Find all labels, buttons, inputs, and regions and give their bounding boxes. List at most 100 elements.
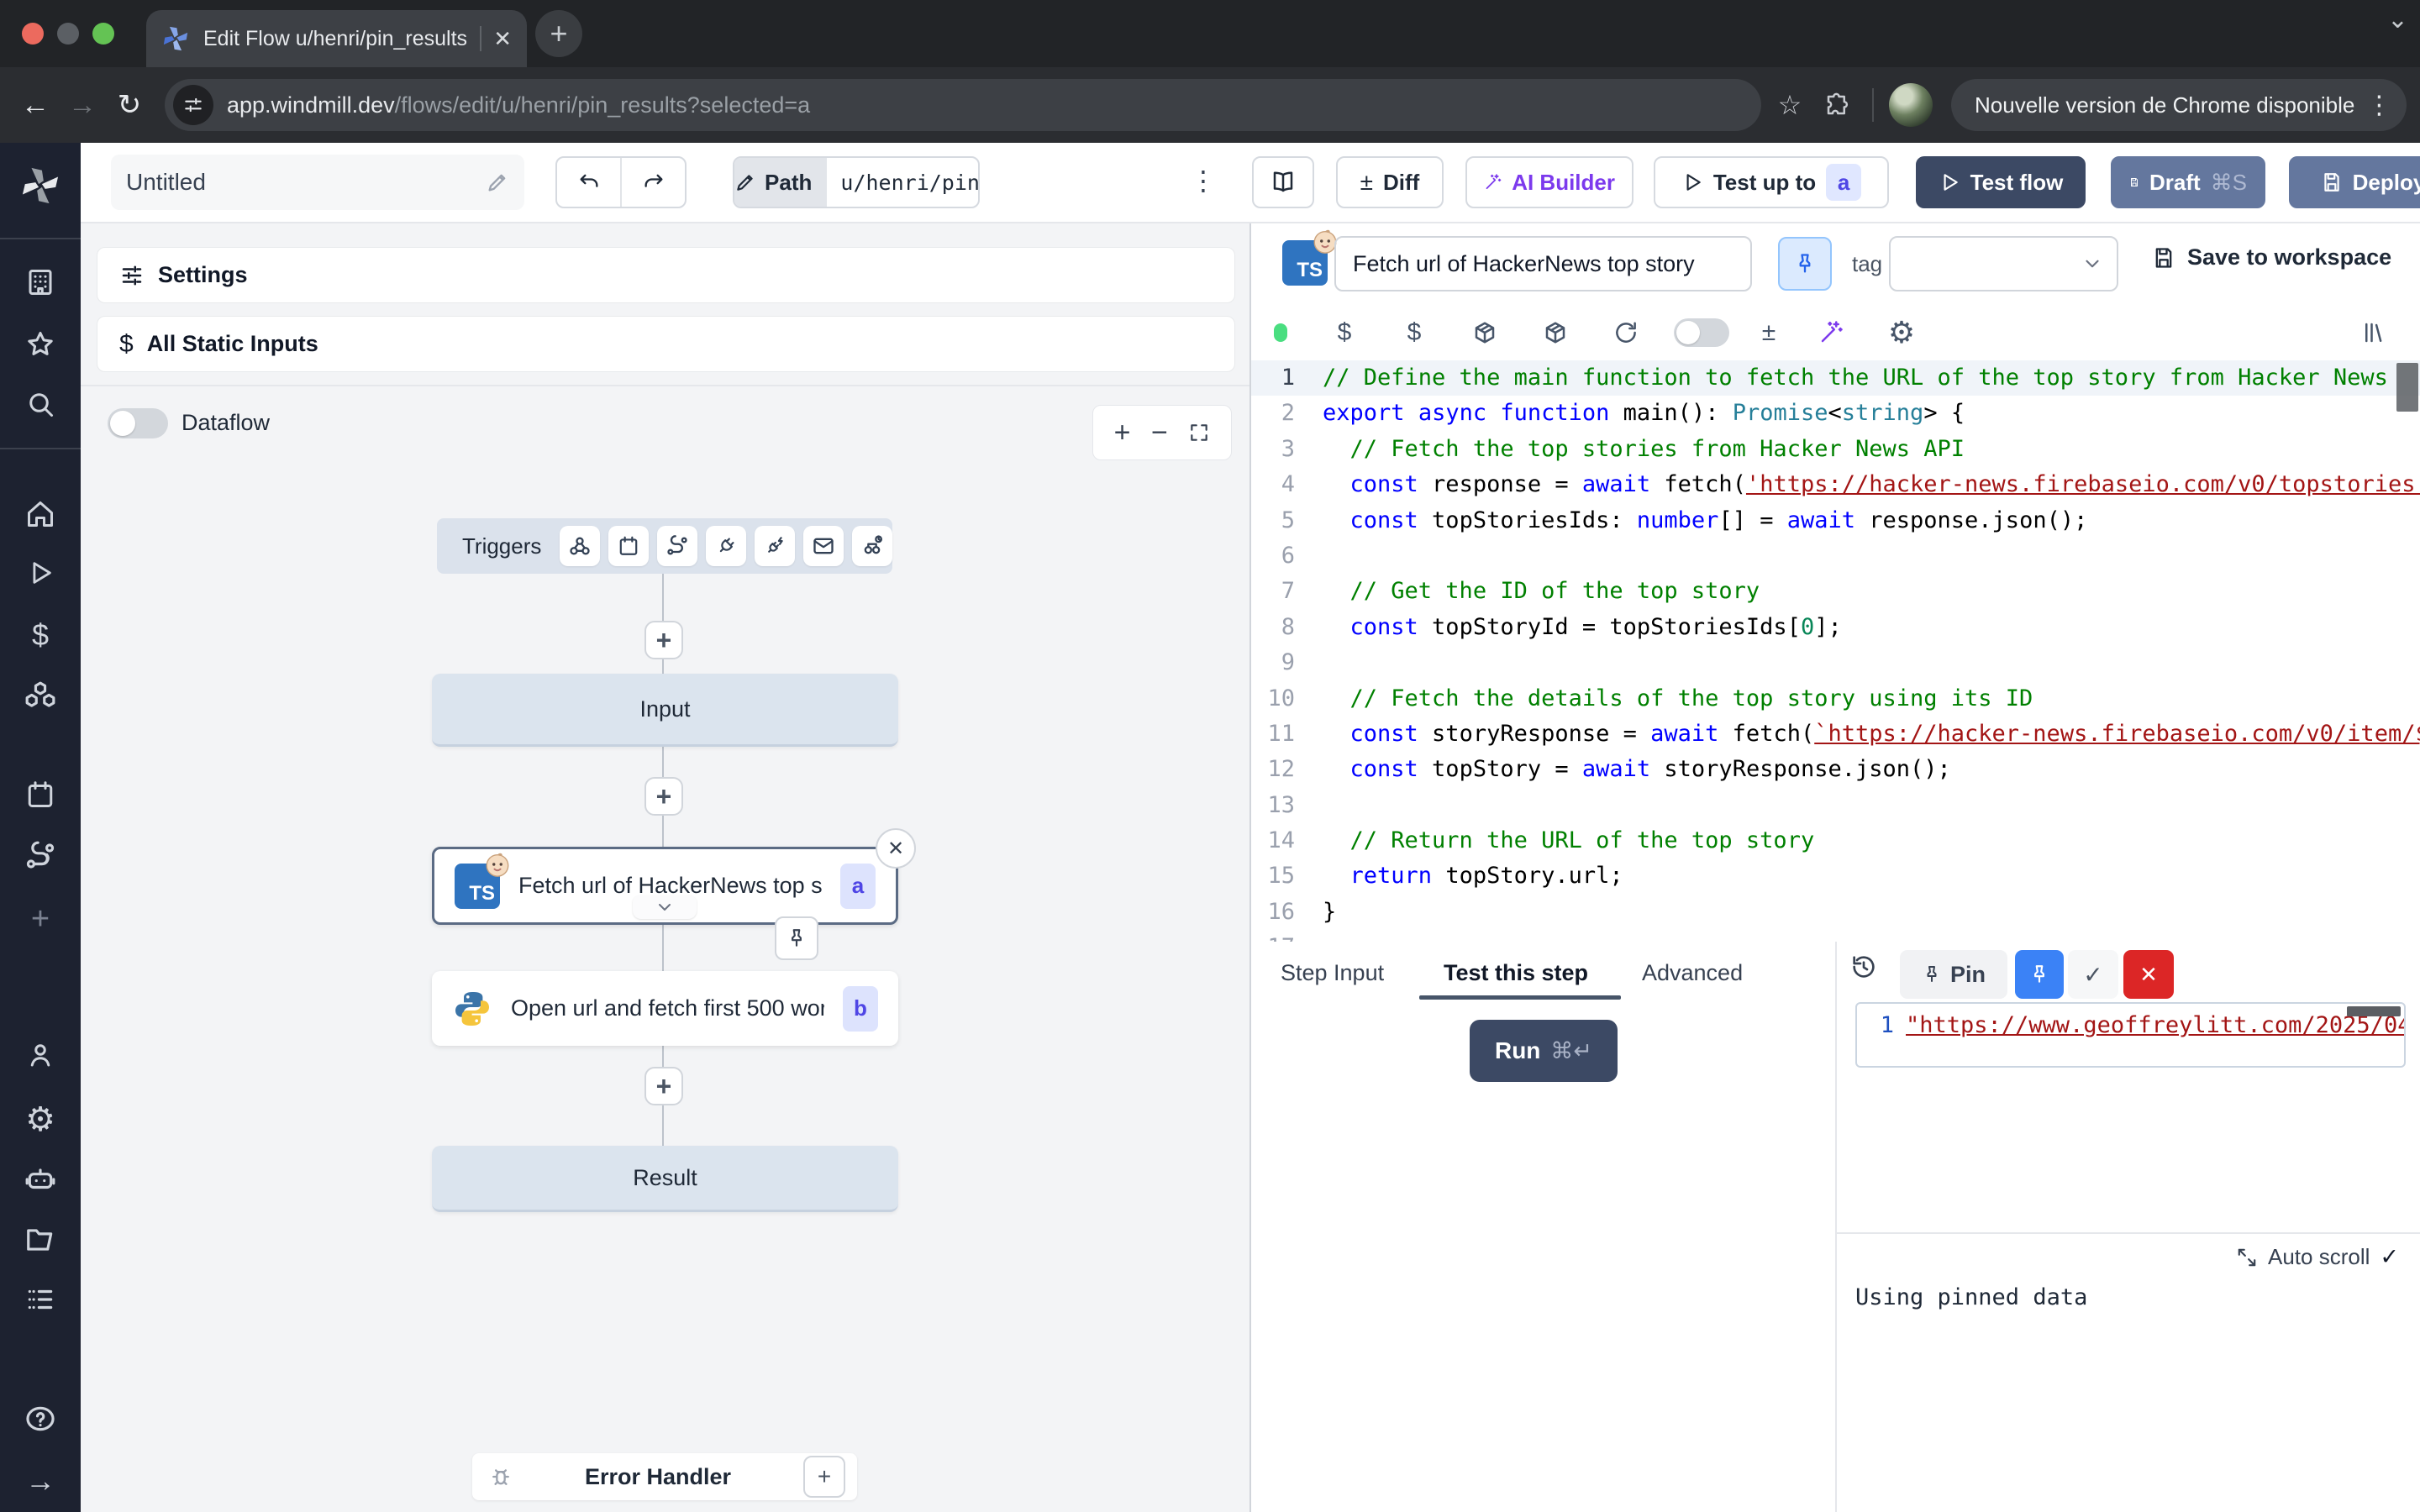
- minimize-window-button[interactable]: [57, 23, 79, 45]
- pinned-value-editor[interactable]: 1"https://www.geoffreylitt.com/2025/04/1…: [1855, 1002, 2406, 1068]
- add-step-button[interactable]: +: [644, 621, 683, 659]
- diff-button[interactable]: ± Diff: [1336, 156, 1444, 208]
- runs-play-icon[interactable]: [0, 559, 81, 587]
- all-static-inputs-button[interactable]: $ All Static Inputs: [97, 316, 1235, 372]
- home-icon[interactable]: [0, 499, 81, 529]
- search-icon[interactable]: [0, 389, 81, 419]
- auto-scroll-check-icon[interactable]: ✓: [2380, 1244, 2399, 1270]
- more-options-kebab-icon[interactable]: ⋮: [1190, 165, 1217, 197]
- pin-active-button[interactable]: [2015, 950, 2064, 999]
- step-pin-badge[interactable]: [775, 916, 818, 960]
- email-icon[interactable]: [803, 526, 844, 566]
- kafka-plug-zap-icon[interactable]: [755, 526, 795, 566]
- step-title-input[interactable]: Fetch url of HackerNews top story: [1334, 236, 1752, 291]
- tab-advanced[interactable]: Advanced: [1642, 960, 1743, 986]
- zoom-window-button[interactable]: [92, 23, 114, 45]
- code-line[interactable]: 1// Define the main function to fetch th…: [1251, 360, 2420, 396]
- code-line[interactable]: 4 const response = await fetch('https://…: [1251, 467, 2420, 502]
- code-line[interactable]: 10 // Fetch the details of the top story…: [1251, 681, 2420, 717]
- zoom-out-icon[interactable]: −: [1151, 417, 1168, 449]
- ai-builder-button[interactable]: AI Builder: [1465, 156, 1634, 208]
- editor-toggle[interactable]: [1674, 318, 1729, 347]
- code-line[interactable]: 13: [1251, 788, 2420, 823]
- remove-step-button[interactable]: ✕: [876, 828, 916, 869]
- folders-folder-icon[interactable]: [0, 1224, 81, 1256]
- browser-menu-kebab-icon[interactable]: ⋮: [2366, 91, 2391, 120]
- expand-arrows-icon[interactable]: [2236, 1247, 2258, 1268]
- code-line[interactable]: 9: [1251, 645, 2420, 680]
- code-line[interactable]: 12 const topStory = await storyResponse.…: [1251, 752, 2420, 787]
- zoom-in-icon[interactable]: +: [1114, 417, 1131, 449]
- workspace-building-icon[interactable]: [0, 267, 81, 297]
- code-line[interactable]: 5 const topStoriesIds: number[] = await …: [1251, 503, 2420, 538]
- history-icon[interactable]: [1850, 953, 1877, 980]
- code-line[interactable]: 6: [1251, 538, 2420, 574]
- add-resource-icon[interactable]: $: [1379, 318, 1449, 347]
- step-node-b[interactable]: Open url and fetch first 500 words of ..…: [432, 971, 898, 1046]
- tag-dropdown[interactable]: [1889, 236, 2118, 291]
- workers-robot-icon[interactable]: [0, 1163, 81, 1195]
- save-to-workspace-button[interactable]: Save to workspace: [2152, 244, 2391, 270]
- draft-button[interactable]: Draft ⌘S: [2111, 156, 2265, 208]
- expand-step-chevron[interactable]: [633, 895, 697, 919]
- settings-gear-icon[interactable]: ⚙: [0, 1100, 81, 1139]
- run-button[interactable]: Run ⌘↵: [1470, 1020, 1618, 1082]
- close-window-button[interactable]: [22, 23, 44, 45]
- tutorial-book-button[interactable]: [1252, 156, 1314, 208]
- test-up-to-step-badge[interactable]: a: [1826, 164, 1861, 201]
- package-icon[interactable]: [1449, 320, 1520, 345]
- code-line[interactable]: 2export async function main(): Promise<s…: [1251, 396, 2420, 431]
- schedule-calendar-icon[interactable]: [608, 526, 649, 566]
- undo-button[interactable]: [557, 158, 622, 207]
- code-line[interactable]: 7 // Get the ID of the top story: [1251, 574, 2420, 609]
- add-plus-icon[interactable]: +: [0, 901, 81, 937]
- auto-scroll-control[interactable]: Auto scroll ✓: [2236, 1244, 2399, 1270]
- code-editor[interactable]: 1// Define the main function to fetch th…: [1251, 360, 2420, 943]
- add-error-handler-button[interactable]: +: [803, 1456, 845, 1498]
- fit-view-icon[interactable]: [1188, 422, 1210, 444]
- code-line[interactable]: 11 const storyResponse = await fetch(`ht…: [1251, 717, 2420, 752]
- add-step-button[interactable]: +: [644, 1067, 683, 1105]
- code-line[interactable]: 16}: [1251, 895, 2420, 930]
- package-alt-icon[interactable]: [1520, 320, 1591, 345]
- reload-icon[interactable]: ↻: [106, 81, 153, 129]
- accept-check-button[interactable]: ✓: [2068, 950, 2118, 999]
- profile-avatar[interactable]: [1889, 83, 1933, 127]
- variables-dollar-icon[interactable]: $: [0, 617, 81, 653]
- tab-test-this-step[interactable]: Test this step: [1444, 960, 1588, 986]
- code-line[interactable]: 8 const topStoryId = topStoriesIds[0];: [1251, 610, 2420, 645]
- ai-wand-icon[interactable]: [1796, 320, 1866, 345]
- deploy-button[interactable]: Deploy: [2289, 156, 2420, 208]
- address-bar[interactable]: app.windmill.dev/flows/edit/u/henri/pin_…: [165, 79, 1761, 131]
- test-up-to-button[interactable]: Test up to a: [1654, 156, 1889, 208]
- add-variable-icon[interactable]: $: [1310, 318, 1379, 347]
- input-node[interactable]: Input: [432, 674, 898, 747]
- error-handler-node[interactable]: Error Handler +: [472, 1453, 857, 1500]
- bookmark-star-icon[interactable]: ☆: [1766, 81, 1813, 129]
- forward-icon[interactable]: →: [59, 81, 106, 129]
- refresh-icon[interactable]: [1591, 320, 1661, 345]
- favorites-star-icon[interactable]: [0, 329, 81, 360]
- dataflow-toggle[interactable]: [108, 408, 168, 438]
- code-line[interactable]: 14 // Return the URL of the top story: [1251, 823, 2420, 858]
- editor-settings-gear-icon[interactable]: ⚙: [1866, 315, 1937, 350]
- site-info-icon[interactable]: [173, 85, 213, 125]
- pinned-scrollbar-thumb[interactable]: [2347, 1006, 2401, 1016]
- path-button[interactable]: Path u/henri/pin: [733, 156, 980, 208]
- pin-step-button[interactable]: [1778, 237, 1832, 291]
- close-tab-icon[interactable]: ✕: [493, 26, 512, 52]
- diff-plusminus-icon[interactable]: ±: [1742, 318, 1796, 347]
- pin-toggle-button[interactable]: Pin: [1900, 950, 2007, 999]
- tab-search-chevron-icon[interactable]: ⌄: [2387, 5, 2408, 34]
- websocket-plug-icon[interactable]: [706, 526, 746, 566]
- result-node[interactable]: Result: [432, 1146, 898, 1212]
- audit-logs-list-icon[interactable]: [0, 1284, 81, 1315]
- code-line[interactable]: 15 return topStory.url;: [1251, 858, 2420, 894]
- browser-tab[interactable]: Edit Flow u/henri/pin_results ✕: [146, 10, 527, 67]
- edit-pencil-icon[interactable]: [486, 171, 509, 194]
- back-icon[interactable]: ←: [12, 81, 59, 129]
- test-flow-button[interactable]: Test flow: [1916, 156, 2086, 208]
- users-person-icon[interactable]: [0, 1040, 81, 1070]
- chrome-update-button[interactable]: Nouvelle version de Chrome disponible ⋮: [1951, 79, 2407, 131]
- tab-step-input[interactable]: Step Input: [1281, 960, 1384, 986]
